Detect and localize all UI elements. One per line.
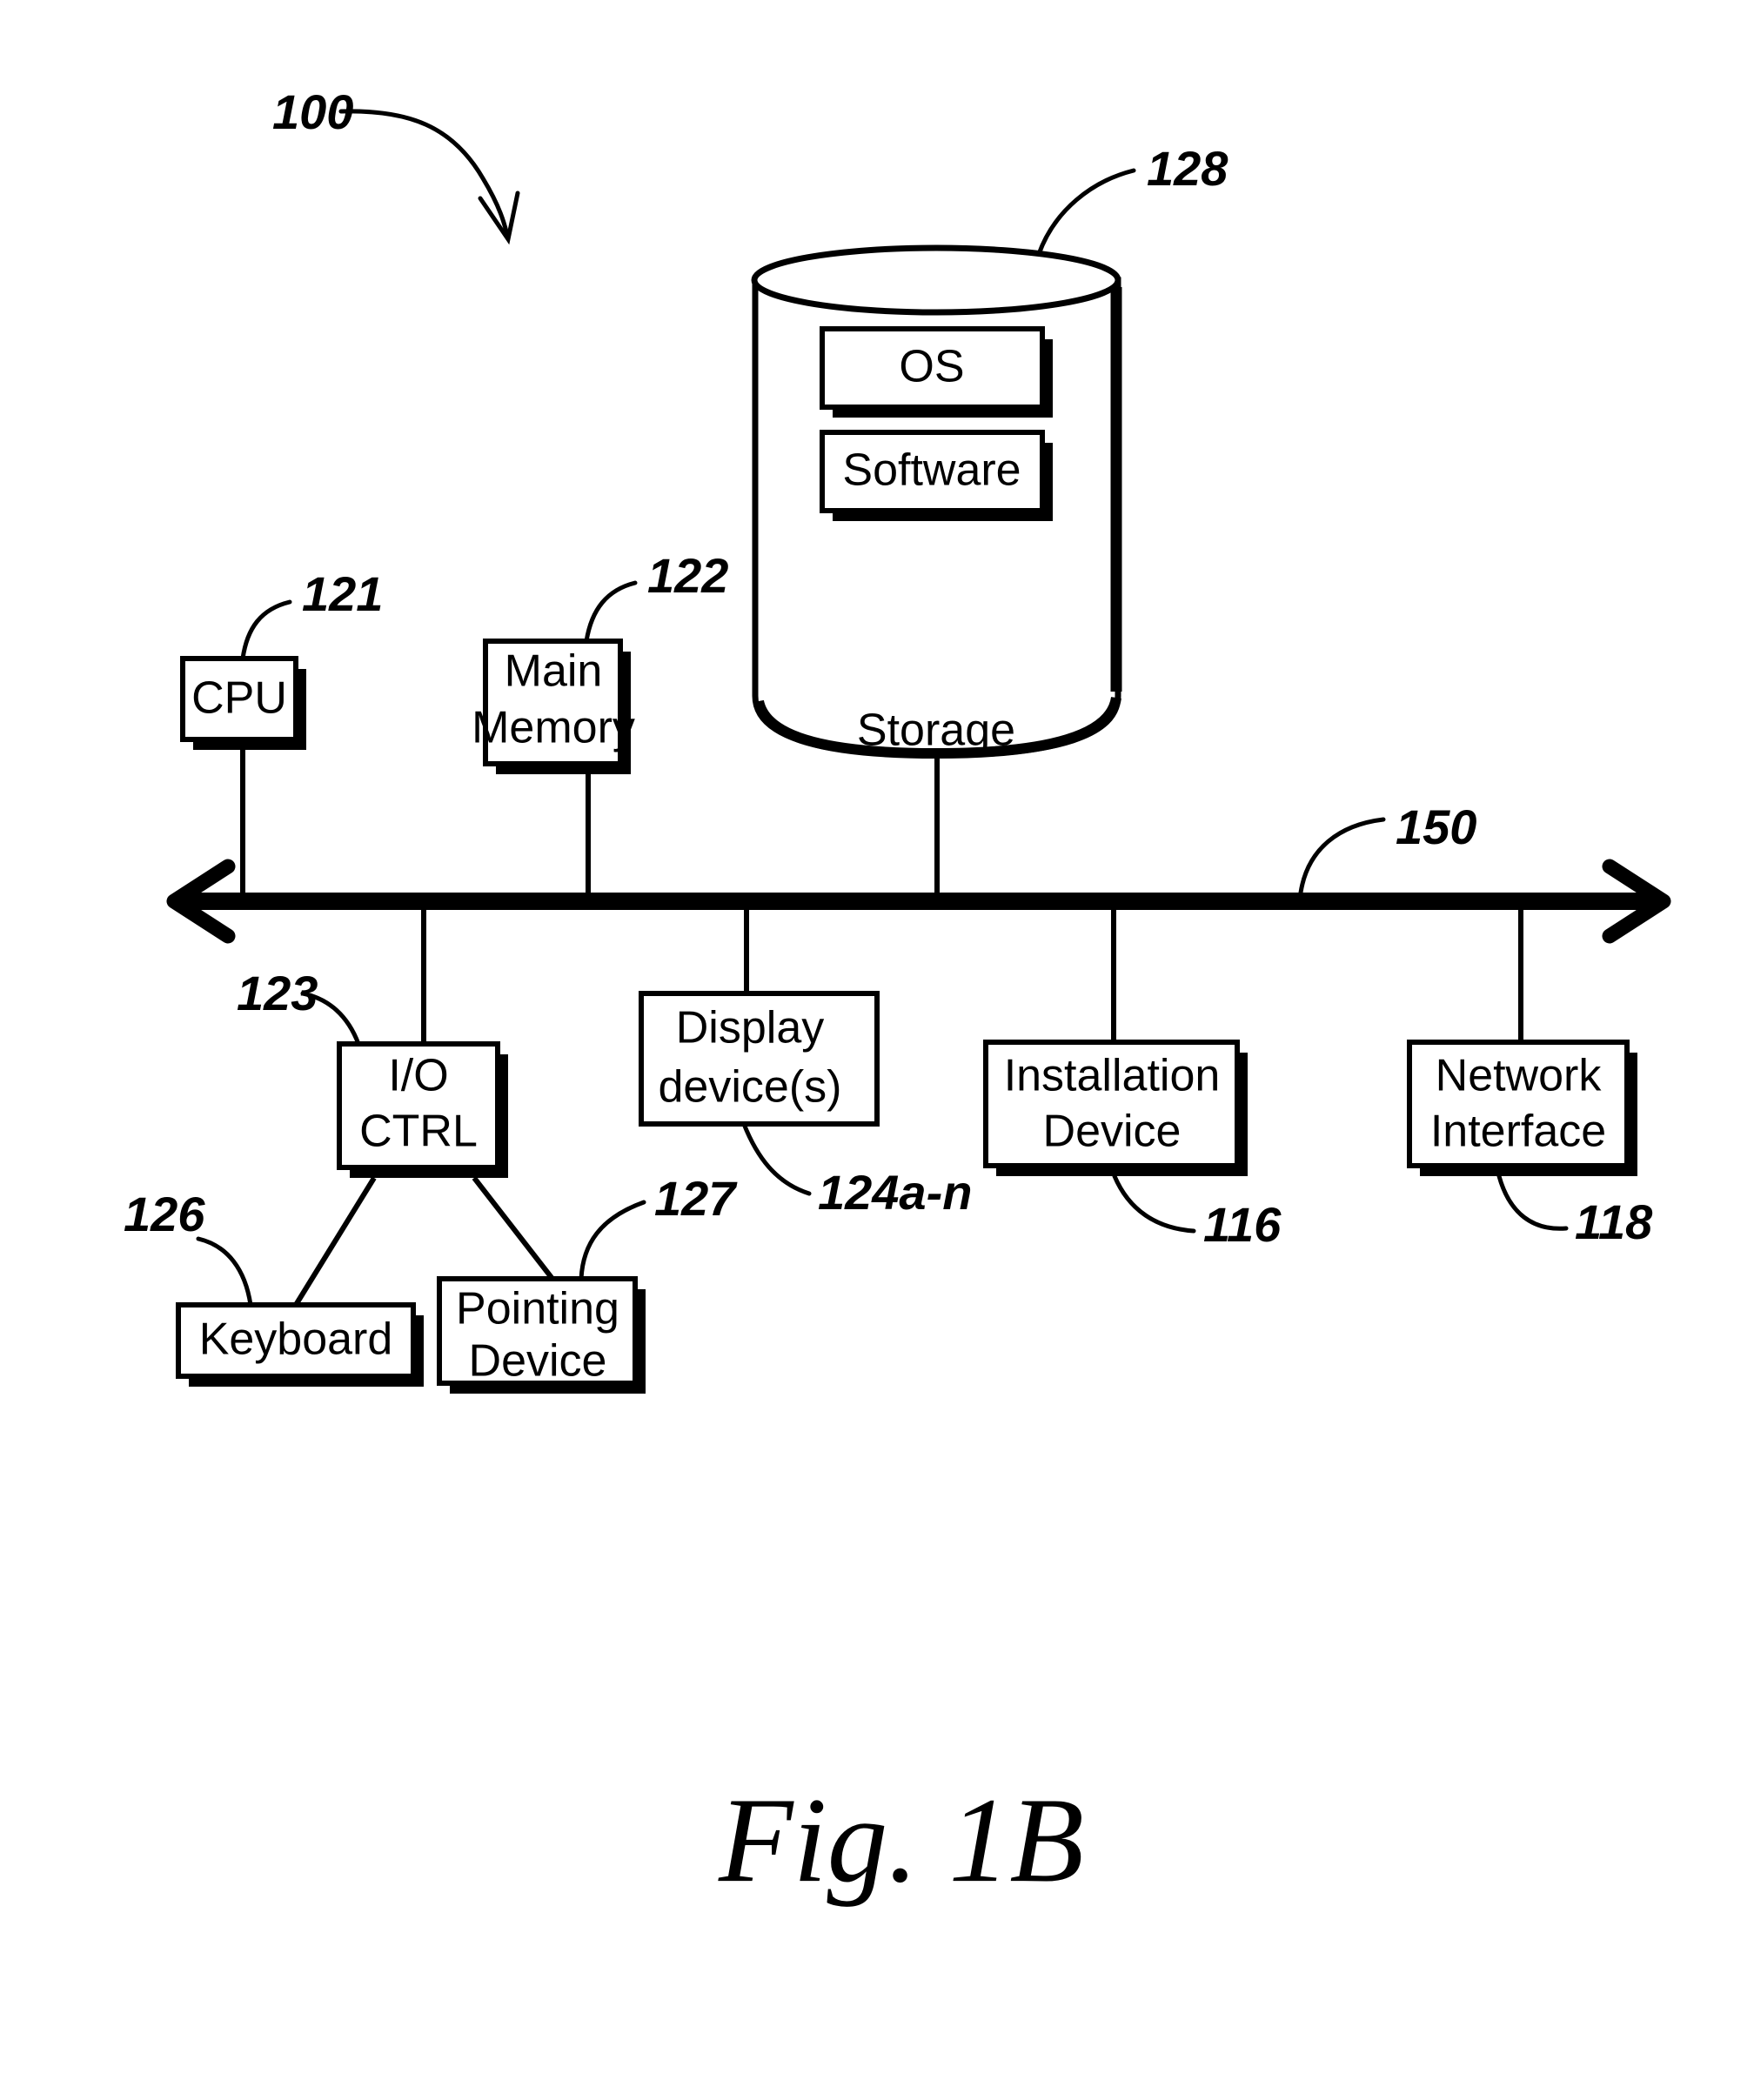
- patent-figure-1b: 100 OS Software Storage 128 CPU 121 Main…: [0, 0, 1754, 2100]
- software-box-group: Software: [820, 430, 1053, 521]
- leader-line-150: [1298, 817, 1386, 895]
- io-keyboard-connector: [293, 1176, 377, 1307]
- ref-label-122: 122: [647, 548, 728, 603]
- pointing-device-box-group: Pointing Device 127: [437, 1171, 738, 1394]
- keyboard-box-group: Keyboard 126: [124, 1187, 424, 1387]
- installation-device-label-line2: Device: [1043, 1107, 1182, 1157]
- software-label: Software: [842, 445, 1021, 496]
- leader-line-116: [1112, 1174, 1196, 1234]
- leader-line-127: [579, 1200, 646, 1281]
- arrowhead-100: [478, 191, 520, 245]
- io-ctrl-box-group: I/O CTRL 123: [237, 910, 508, 1178]
- ref-label-150: 150: [1396, 799, 1476, 854]
- io-pointing-connector: [472, 1176, 555, 1281]
- leader-line-128: [1036, 168, 1136, 257]
- storage-cylinder-top-ellipse: [751, 244, 1121, 316]
- ref-label-124a-n: 124a-n: [818, 1165, 972, 1220]
- ref-label-128: 128: [1147, 141, 1228, 196]
- keyboard-label: Keyboard: [199, 1314, 393, 1365]
- system-bus-group: 150: [166, 799, 1671, 944]
- leader-line-122: [584, 580, 638, 644]
- os-box-group: OS: [820, 326, 1053, 418]
- cpu-label: CPU: [191, 673, 287, 724]
- network-interface-label-line2: Interface: [1430, 1107, 1606, 1157]
- cpu-box-group: CPU 121: [180, 566, 383, 896]
- leader-line-126: [196, 1236, 253, 1307]
- figure-caption: Fig. 1B: [718, 1773, 1084, 1908]
- ref-label-121: 121: [302, 566, 383, 621]
- leader-line-118: [1496, 1174, 1569, 1231]
- display-device-label-line1: Display: [676, 1003, 825, 1053]
- ref-label-126: 126: [124, 1187, 205, 1241]
- leader-line-124: [741, 1121, 812, 1196]
- installation-device-box-group: Installation Device 116: [983, 910, 1282, 1252]
- system-ref-100-group: 100: [272, 84, 520, 245]
- display-device-label-line2: device(s): [659, 1062, 842, 1113]
- storage-cylinder-group: OS Software Storage 128: [751, 141, 1228, 759]
- network-interface-box-group: Network Interface 118: [1407, 910, 1653, 1249]
- main-memory-label-line1: Main: [505, 646, 603, 697]
- ref-label-118: 118: [1575, 1194, 1653, 1249]
- pointing-device-label-line1: Pointing: [456, 1284, 619, 1334]
- ref-label-116: 116: [1203, 1197, 1282, 1252]
- storage-label: Storage: [857, 706, 1015, 756]
- figure-canvas: 100 OS Software Storage 128 CPU 121 Main…: [124, 84, 1671, 1908]
- pointing-device-label-line2: Device: [469, 1336, 607, 1387]
- system-bus-bar: [174, 893, 1664, 910]
- ref-label-127: 127: [654, 1171, 738, 1226]
- network-interface-label-line1: Network: [1436, 1051, 1603, 1101]
- leader-line-100: [338, 109, 510, 237]
- io-ctrl-label-line1: I/O: [388, 1051, 448, 1101]
- io-ctrl-label-line2: CTRL: [359, 1107, 478, 1157]
- os-label: OS: [899, 342, 964, 392]
- leader-line-121: [240, 599, 292, 661]
- installation-device-label-line1: Installation: [1004, 1051, 1221, 1101]
- main-memory-label-line2: Memory: [472, 703, 635, 753]
- ref-label-123: 123: [237, 966, 318, 1020]
- main-memory-box-group: Main Memory 122: [472, 548, 728, 896]
